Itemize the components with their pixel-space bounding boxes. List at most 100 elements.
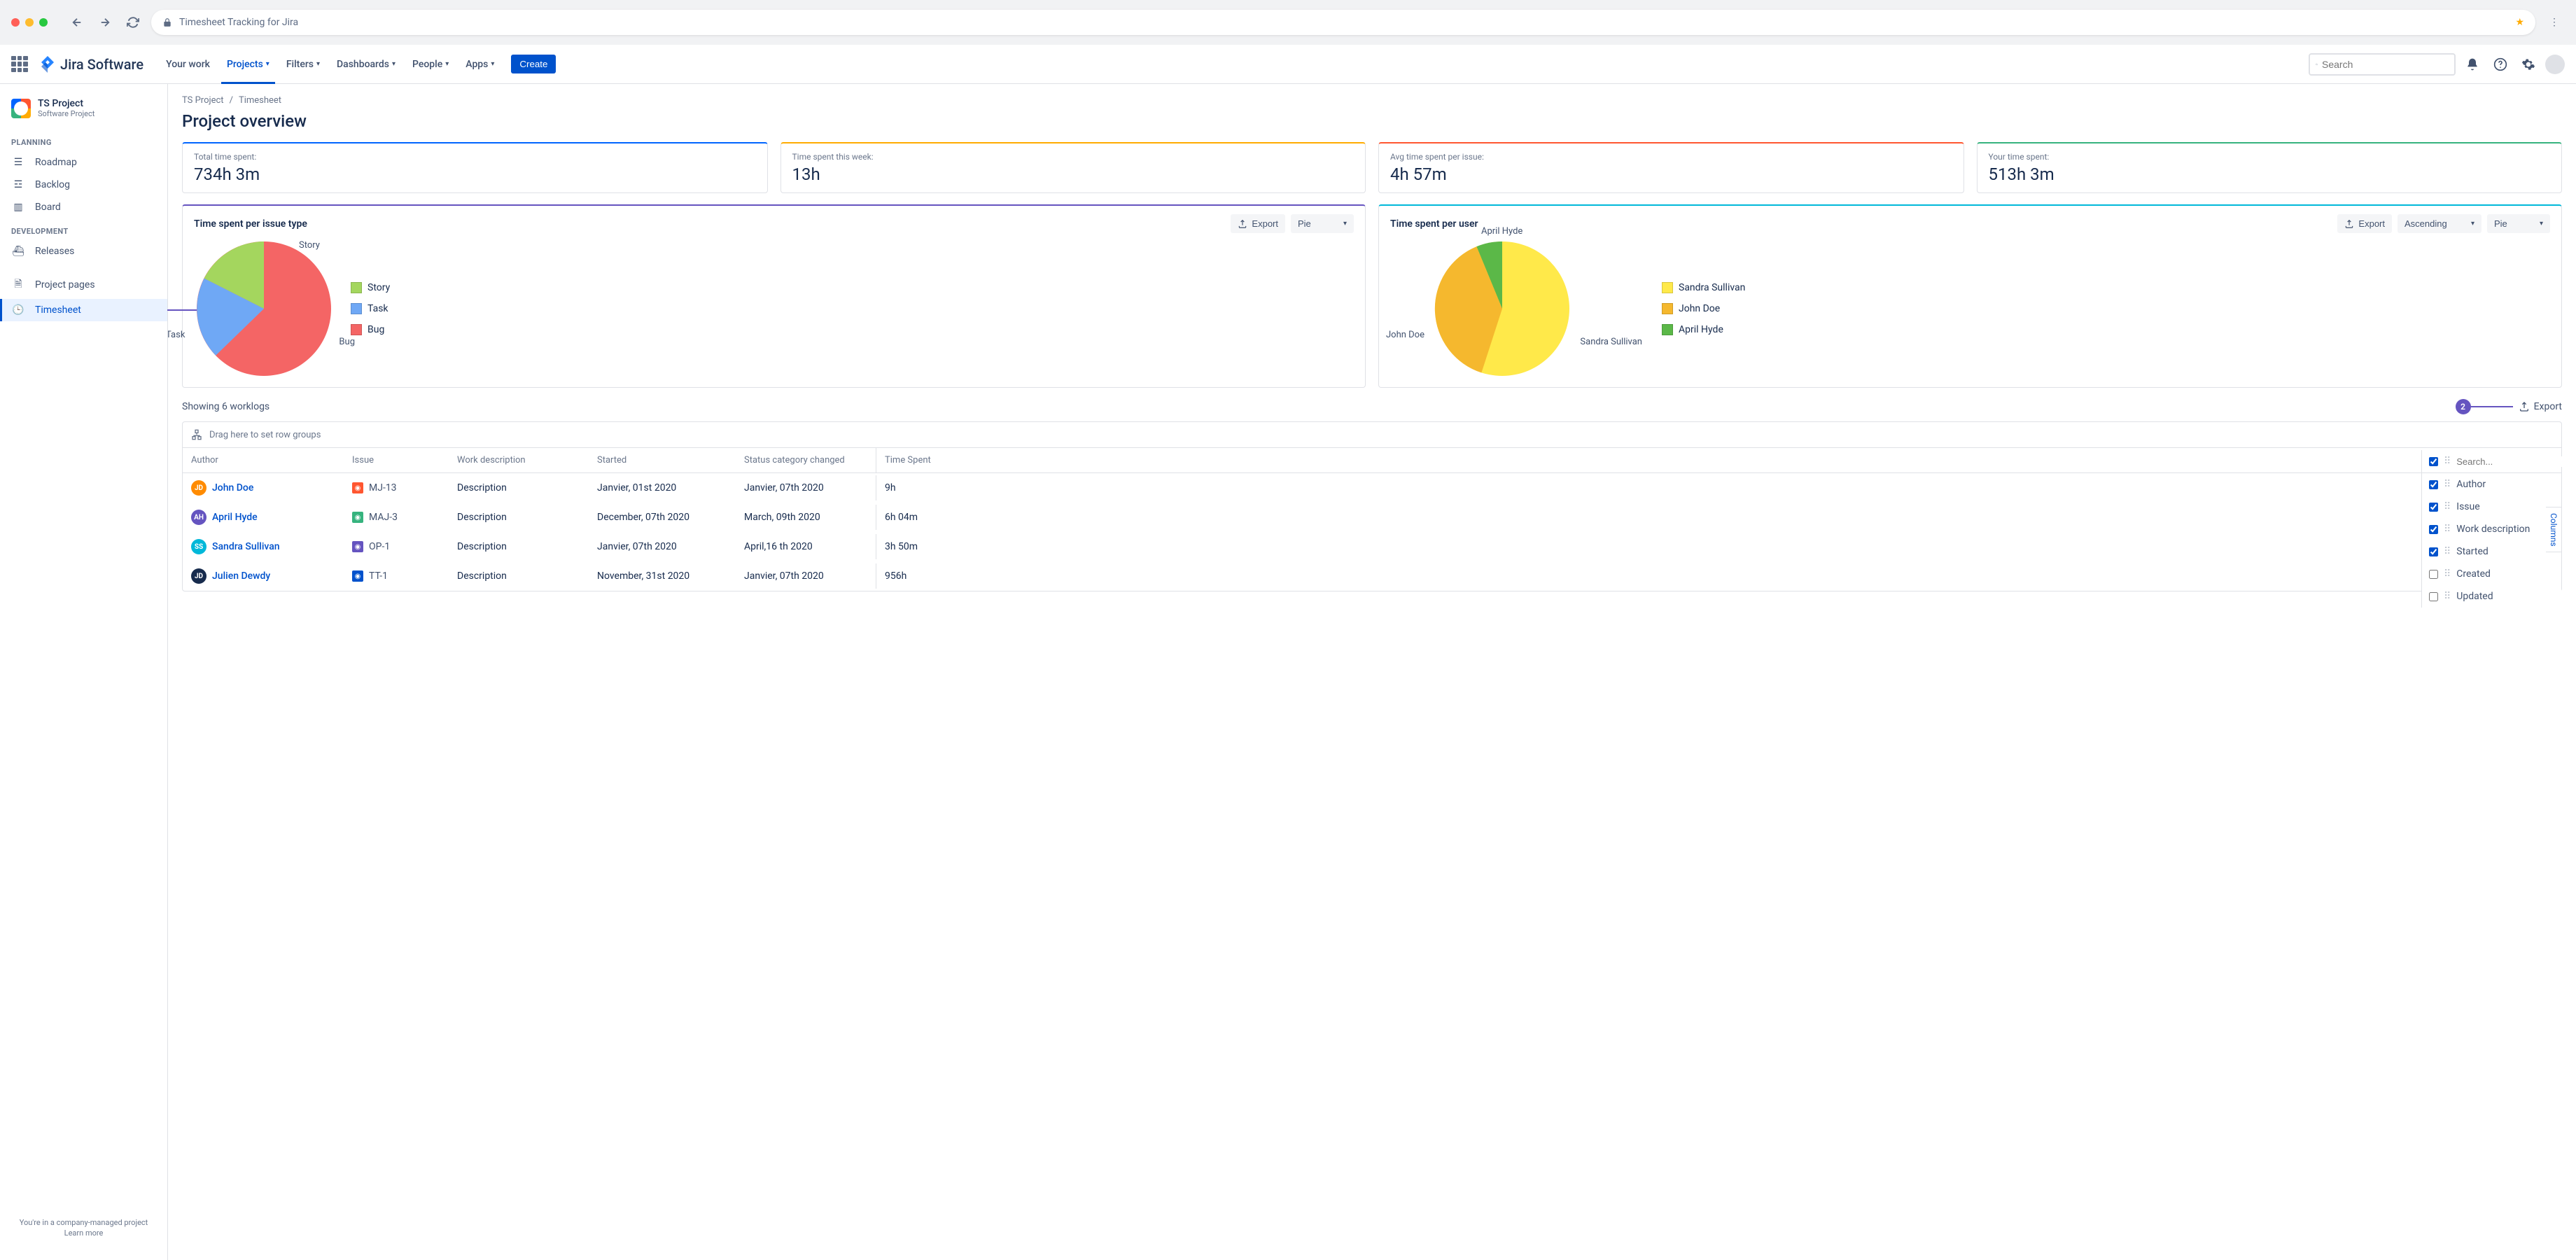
col-author[interactable]: Author [183,448,344,472]
breadcrumb-project[interactable]: TS Project [182,95,224,106]
nav-filters[interactable]: Filters▾ [281,53,326,76]
columns-tab[interactable]: Columns [2546,507,2562,553]
column-checkbox[interactable] [2429,525,2438,534]
table-row[interactable]: JDJohn Doe ◉MJ-13 Description Janvier, 0… [183,473,2561,503]
breadcrumb-timesheet[interactable]: Timesheet [239,95,281,106]
table-row[interactable]: JDJulien Dewdy ◉TT-1 Description Novembe… [183,561,2561,591]
chart-type-select[interactable]: Pie▾ [2487,214,2550,233]
sidebar-item-roadmap[interactable]: ☰Roadmap [0,151,167,174]
sidebar-item-backlog[interactable]: ☲Backlog [0,174,167,196]
column-checkbox[interactable] [2429,592,2438,601]
cell-status: Janvier, 07th 2020 [736,475,876,500]
breadcrumb: TS Project / Timesheet [182,95,2562,106]
column-option[interactable]: ⠿Author [2422,473,2561,496]
reload-button[interactable] [123,13,143,32]
column-option[interactable]: ⠿Updated [2422,585,2561,608]
app-switcher-icon[interactable] [11,56,28,73]
author-link[interactable]: Julien Dewdy [212,570,270,582]
nav-apps[interactable]: Apps▾ [460,53,500,76]
table-row[interactable]: AHApril Hyde ◉MAJ-3 Description December… [183,503,2561,532]
url-bar[interactable]: Timesheet Tracking for Jira ★ [151,10,2535,35]
author-link[interactable]: Sandra Sullivan [212,541,280,552]
column-option[interactable]: ⠿Started [2422,540,2561,563]
col-started[interactable]: Started [589,448,736,472]
notifications-icon[interactable] [2461,53,2484,76]
back-button[interactable] [67,13,87,32]
column-checkbox[interactable] [2429,570,2438,579]
nav-projects[interactable]: Projects▾ [221,53,275,76]
cell-started: Janvier, 07th 2020 [589,534,736,559]
export-icon [2519,401,2530,412]
forward-button[interactable] [95,13,115,32]
cell-status: Janvier, 07th 2020 [736,564,876,589]
legend-item[interactable]: April Hyde [1662,324,1745,335]
user-avatar[interactable] [2545,55,2565,74]
sidebar-section-planning: PLANNING [0,130,167,151]
pie-label-april: April Hyde [1481,226,1522,237]
columns-select-all[interactable] [2429,457,2438,466]
sort-select[interactable]: Ascending▾ [2398,214,2482,233]
close-window[interactable] [11,18,20,27]
col-issue[interactable]: Issue [344,448,449,472]
col-time[interactable]: Time Spent [876,448,974,472]
bookmark-icon[interactable]: ★ [2515,17,2524,28]
board-icon: ▥ [11,202,25,213]
column-option[interactable]: ⠿Issue [2422,496,2561,518]
learn-more-link[interactable]: Learn more [11,1228,156,1238]
author-link[interactable]: John Doe [212,482,253,493]
stat-card: Avg time spent per issue:4h 57m [1378,142,1964,193]
url-text: Timesheet Tracking for Jira [179,17,298,28]
sidebar-item-timesheet[interactable]: 🕒Timesheet [0,299,167,321]
nav-your-work[interactable]: Your work [160,53,216,76]
issue-key[interactable]: OP-1 [369,541,390,552]
author-link[interactable]: April Hyde [212,512,258,523]
legend-item[interactable]: Bug [351,324,390,335]
global-search[interactable] [2309,53,2456,76]
legend-item[interactable]: John Doe [1662,303,1745,314]
stat-value: 513h 3m [1989,164,2551,184]
nav-dashboards[interactable]: Dashboards▾ [331,53,401,76]
chart-title: Time spent per issue type [194,218,1225,230]
sidebar-item-board[interactable]: ▥Board [0,196,167,218]
column-checkbox[interactable] [2429,480,2438,489]
column-option[interactable]: ⠿Created [2422,563,2561,585]
chart-type-select[interactable]: Pie▾ [1291,214,1354,233]
minimize-window[interactable] [25,18,34,27]
search-input[interactable] [2322,59,2449,70]
roadmap-icon: ☰ [11,157,25,168]
legend-item[interactable]: Task [351,303,390,314]
columns-search-input[interactable] [2456,456,2576,467]
legend-item[interactable]: Sandra Sullivan [1662,282,1745,293]
project-header[interactable]: TS Project Software Project [0,95,167,130]
table-row[interactable]: SSSandra Sullivan ◉OP-1 Description Janv… [183,532,2561,561]
column-option[interactable]: ⠿Work description [2422,518,2561,540]
logo[interactable]: Jira Software [39,56,144,73]
column-checkbox[interactable] [2429,547,2438,556]
col-desc[interactable]: Work description [449,448,589,472]
issue-key[interactable]: MAJ-3 [369,512,398,523]
drag-handle-icon: ⠿ [2444,501,2451,512]
browser-menu[interactable]: ⋮ [2544,17,2565,28]
settings-icon[interactable] [2517,53,2540,76]
column-option-label: Work description [2456,524,2530,535]
stat-cards: Total time spent:734h 3mTime spent this … [182,142,2562,193]
col-status[interactable]: Status category changed [736,448,876,472]
legend-item[interactable]: Story [351,282,390,293]
export-button[interactable]: Export [2337,214,2392,233]
maximize-window[interactable] [39,18,48,27]
legend-swatch [351,303,362,314]
nav-people[interactable]: People▾ [407,53,454,76]
sidebar-item-releases[interactable]: ⛴Releases [0,240,167,262]
issue-key[interactable]: TT-1 [369,570,388,582]
group-drop-zone[interactable]: Drag here to set row groups [183,422,2561,448]
issue-key[interactable]: MJ-13 [369,482,397,493]
stat-card: Your time spent:513h 3m [1977,142,2563,193]
export-button[interactable]: Export [1231,214,1285,233]
sidebar-item-project-pages[interactable]: 🗎Project pages [0,271,167,299]
chevron-down-icon: ▾ [316,60,320,68]
create-button[interactable]: Create [511,55,556,74]
export-worklogs-button[interactable]: Export [2519,401,2562,412]
cell-time: 3h 50m [876,534,974,559]
help-icon[interactable] [2489,53,2512,76]
column-checkbox[interactable] [2429,503,2438,512]
